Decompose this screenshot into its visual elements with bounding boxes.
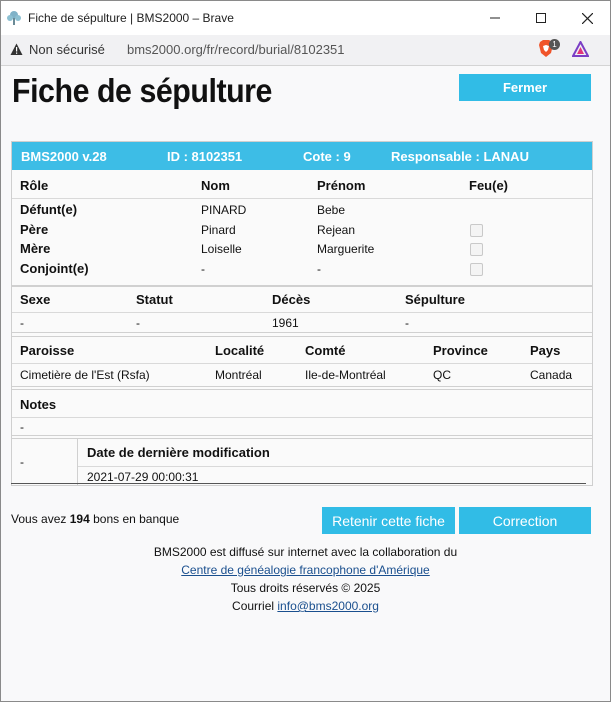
conjoint-prenom: - [317,262,321,276]
security-status[interactable]: Non sécurisé [29,42,105,57]
mere-deceased-checkbox[interactable] [470,243,483,256]
header-statut: Statut [136,292,173,307]
window-title-bar: Fiche de sépulture | BMS2000 – Brave [1,1,610,35]
header-role: Rôle [20,178,49,193]
record-responsable: Responsable : LANAU [391,149,529,164]
header-sepulture: Sépulture [405,292,465,307]
mere-nom: Loiselle [201,242,242,256]
record-cote: Cote : 9 [303,149,351,164]
pere-prenom: Rejean [317,223,356,237]
value-last-modified: 2021-07-29 00:00:31 [87,470,199,484]
correction-button[interactable]: Correction [459,507,591,534]
conjoint-nom: - [201,262,205,276]
brave-rewards-icon[interactable] [572,41,589,57]
retain-record-button[interactable]: Retenir cette fiche [322,507,455,534]
modification-left-value: - [20,455,24,469]
role-mere: Mère [20,241,51,256]
value-localite: Montréal [215,368,262,382]
header-comte: Comté [305,343,346,358]
value-province: QC [433,368,451,382]
value-deces: 1961 [272,316,299,330]
minimize-icon [490,17,500,19]
app-tree-icon [7,11,21,25]
section-divider [11,483,586,484]
value-sexe: - [20,316,24,330]
page-title: Fiche de sépulture [12,72,272,109]
role-defunt: Défunt(e) [20,202,78,217]
address-bar[interactable]: Non sécurisé bms2000.org/fr/record/buria… [1,35,610,66]
bank-balance: Vous avez 194 bons en banque [11,512,179,526]
contact-label: Courriel [232,599,275,613]
bank-prefix: Vous avez [11,512,67,526]
header-prenom: Prénom [317,178,366,193]
maximize-button[interactable] [518,1,564,35]
header-pays: Pays [530,343,561,358]
url-text[interactable]: bms2000.org/fr/record/burial/8102351 [127,42,345,57]
role-conjoint: Conjoint(e) [20,261,89,276]
pere-deceased-checkbox[interactable] [470,224,483,237]
value-sepulture: - [405,316,409,330]
bank-count: 194 [69,512,90,526]
footer-rights: Tous droits réservés © 2025 [230,581,381,595]
mere-prenom: Marguerite [317,242,375,256]
record-id: ID : 8102351 [167,149,243,164]
value-statut: - [136,316,140,330]
header-paroisse: Paroisse [20,343,75,358]
header-nom: Nom [201,178,230,193]
record-version: BMS2000 v.28 [21,149,107,164]
conjoint-deceased-checkbox[interactable] [470,263,483,276]
notes-section: Notes - [12,389,592,436]
value-paroisse: Cimetière de l'Est (Rsfa) [20,368,150,382]
role-pere: Père [20,222,49,237]
shield-badge: 1 [549,39,560,50]
minimize-button[interactable] [472,1,518,35]
close-window-button[interactable] [564,1,610,35]
warning-icon[interactable] [10,43,23,56]
header-feu: Feu(e) [469,178,508,193]
header-province: Province [433,343,488,358]
footer-partner: Centre de généalogie francophone d'Améri… [1,563,610,577]
place-section: Paroisse Localité Comté Province Pays Ci… [12,336,592,387]
value-comte: Ile-de-Montréal [305,368,386,382]
persons-section: Rôle Nom Prénom Feu(e) Défunt(e) PINARD … [12,170,592,286]
record-header: BMS2000 v.28 ID : 8102351 Cote : 9 Respo… [12,142,592,170]
modification-section: - Date de dernière modification 2021-07-… [12,438,592,485]
footer-contact: Courriel info@bms2000.org [1,599,610,613]
pere-nom: Pinard [201,223,236,237]
burial-record: BMS2000 v.28 ID : 8102351 Cote : 9 Respo… [11,141,593,486]
header-last-modified: Date de dernière modification [87,445,270,460]
maximize-icon [536,13,546,23]
close-button[interactable]: Fermer [459,74,591,101]
details-section: Sexe Statut Décès Sépulture - - 1961 - [12,286,592,333]
header-notes: Notes [20,397,57,412]
bank-suffix: bons en banque [93,512,180,526]
header-sexe: Sexe [20,292,51,307]
header-localite: Localité [215,343,265,358]
defunt-nom: PINARD [201,203,247,217]
value-pays: Canada [530,368,573,382]
header-deces: Décès [272,292,311,307]
value-notes: - [20,420,24,434]
email-link[interactable]: info@bms2000.org [277,599,379,613]
footer-collaboration: BMS2000 est diffusé sur internet avec la… [153,545,458,559]
close-icon [581,12,593,24]
partner-link[interactable]: Centre de généalogie francophone d'Améri… [181,563,429,577]
defunt-prenom: Bebe [317,203,346,217]
window-title: Fiche de sépulture | BMS2000 – Brave [28,11,234,25]
